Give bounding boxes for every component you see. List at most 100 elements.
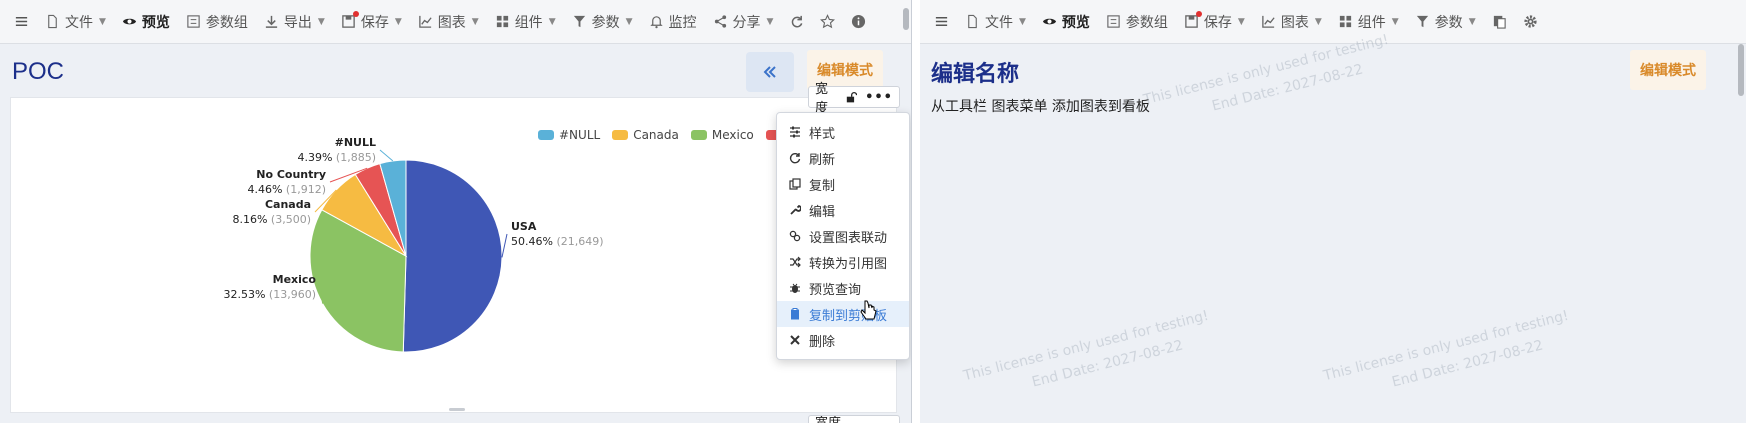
leader-line: [501, 233, 508, 258]
save-menu[interactable]: 保存 ▼: [341, 11, 402, 32]
grid-icon: [496, 15, 508, 28]
dashboard-right-pane: 文件 ▼ 预览 参数组 保存 ▼ 图表 ▼ 组件 ▼ 参数 ▼ 编辑名称 从工具…: [920, 0, 1746, 423]
menu-button[interactable]: [14, 14, 29, 29]
legend-item-mexico[interactable]: Mexico: [690, 128, 754, 142]
menu-button[interactable]: [934, 14, 949, 29]
hamburger-icon: [15, 17, 28, 26]
dashboard-left-pane: 文件 ▼ 预览 参数组 导出 ▼ 保存 ▼ 图表 ▼ 组件 ▼ 参数 ▼ 监控 …: [0, 0, 912, 423]
menu-item-copy-label: 复制: [809, 178, 836, 194]
line-chart-icon: [418, 15, 432, 28]
menu-item-edit[interactable]: 编辑: [777, 197, 909, 223]
right-scrollbar[interactable]: [1738, 44, 1744, 96]
pie-chart: USA 50.46% (21,649) Mexico 32.53% (13,960) C…: [223, 136, 604, 353]
refresh-icon: [789, 153, 801, 164]
preview-label: 预览: [141, 14, 170, 31]
menu-item-delete[interactable]: 删除: [777, 327, 909, 353]
save-label: 保存: [360, 14, 389, 31]
menu-item-refresh-label: 刷新: [809, 152, 836, 168]
save-label: 保存: [1203, 14, 1232, 31]
width-control-bottom[interactable]: 宽度: [808, 415, 900, 423]
legend-label-mexico: Mexico: [711, 128, 754, 142]
slice-value-label: 4.46% (1,912): [247, 183, 326, 196]
download-icon: [265, 15, 278, 28]
width-label-bottom: 宽度: [815, 415, 842, 423]
paste-icon: [1493, 15, 1506, 29]
chart-menu[interactable]: 图表 ▼: [1261, 12, 1322, 32]
file-menu[interactable]: 文件 ▼: [965, 12, 1026, 32]
clipboard-icon: [791, 308, 799, 320]
slice-label: Canada: [265, 198, 311, 211]
collapse-panel-button[interactable]: [746, 52, 794, 92]
refresh-button[interactable]: [789, 14, 804, 29]
eye-icon: [1042, 18, 1056, 25]
param-group-button[interactable]: 参数组: [1106, 12, 1168, 32]
param-label: 参数: [1434, 14, 1463, 31]
pie-slice-usa[interactable]: [402, 159, 503, 353]
share-label: 分享: [732, 14, 761, 31]
preview-button[interactable]: 预览: [1042, 12, 1090, 32]
chart-card: USA 50.46% (21,649) Mexico 32.53% (13,960) C…: [10, 97, 897, 413]
resize-handle[interactable]: [449, 408, 465, 411]
slice-value-label: 4.39% (1,885): [297, 151, 376, 164]
param-group-label: 参数组: [1125, 14, 1168, 31]
refresh-icon: [792, 15, 803, 28]
param-group-button[interactable]: 参数组: [186, 12, 248, 32]
unsaved-indicator: [352, 11, 359, 17]
leader-line: [379, 149, 394, 162]
legend-item-canada[interactable]: Canada: [612, 128, 679, 142]
slice-value-label: 8.16% (3,500): [232, 213, 311, 226]
param-menu[interactable]: 参数 ▼: [572, 12, 633, 32]
info-button[interactable]: [851, 14, 866, 29]
menu-item-preview-query[interactable]: 预览查询: [777, 275, 909, 301]
bell-icon: [649, 16, 663, 29]
menu-item-refresh[interactable]: 刷新: [777, 145, 909, 171]
monitor-button[interactable]: 监控: [649, 12, 697, 32]
slice-label: USA: [511, 220, 537, 233]
filter-icon: [1416, 15, 1428, 28]
file-menu[interactable]: 文件 ▼: [45, 12, 106, 32]
chart-legend: #NULL Canada Mexico N: [538, 128, 808, 142]
eye-icon: [122, 18, 136, 25]
component-menu[interactable]: 组件 ▼: [495, 12, 556, 32]
component-label: 组件: [1357, 14, 1386, 31]
legend-item-null[interactable]: #NULL: [538, 128, 600, 142]
page-title[interactable]: 编辑名称: [931, 56, 1019, 88]
menu-item-copy[interactable]: 复制: [777, 171, 909, 197]
mouse-cursor-icon: [860, 300, 877, 320]
share-menu[interactable]: 分享 ▼: [713, 12, 773, 32]
settings-button[interactable]: [1523, 14, 1538, 29]
double-chevron-left-icon: [763, 66, 776, 78]
menu-item-convert-label: 转换为引用图: [809, 256, 888, 272]
favorite-button[interactable]: [820, 14, 836, 29]
menu-item-preview-query-label: 预览查询: [809, 282, 862, 298]
file-menu-label: 文件: [65, 14, 93, 31]
param-menu[interactable]: 参数 ▼: [1415, 12, 1476, 32]
menu-item-copy-clipboard[interactable]: 复制到剪贴板: [777, 301, 909, 327]
width-control[interactable]: 宽度 •••: [808, 82, 900, 116]
edit-mode-button[interactable]: 编辑模式: [1630, 50, 1706, 90]
more-icon[interactable]: •••: [865, 90, 893, 105]
toolbar-scrollbar[interactable]: [903, 8, 909, 30]
chart-label: 图表: [1280, 14, 1309, 31]
hamburger-icon: [935, 17, 948, 26]
close-icon: [790, 335, 800, 345]
save-menu[interactable]: 保存 ▼: [1184, 11, 1245, 32]
menu-item-edit-label: 编辑: [809, 204, 836, 220]
monitor-label: 监控: [668, 14, 697, 31]
param-label: 参数: [591, 14, 620, 31]
slice-value-label: 50.46% (21,649): [511, 235, 604, 248]
menu-item-convert[interactable]: 转换为引用图: [777, 249, 909, 275]
component-menu[interactable]: 组件 ▼: [1338, 12, 1399, 32]
bug-icon: [790, 283, 800, 293]
shuffle-icon: [790, 256, 801, 268]
width-label: 宽度: [815, 82, 829, 116]
menu-item-style[interactable]: 样式: [777, 119, 909, 145]
export-menu[interactable]: 导出 ▼: [264, 12, 325, 32]
preview-button[interactable]: 预览: [122, 12, 170, 32]
paste-button[interactable]: [1492, 14, 1507, 29]
slice-label: No Country: [256, 168, 326, 181]
menu-item-link-label: 设置图表联动: [809, 230, 888, 246]
menu-item-link[interactable]: 设置图表联动: [777, 223, 909, 249]
copy-icon: [789, 178, 801, 190]
chart-menu[interactable]: 图表 ▼: [418, 12, 479, 32]
